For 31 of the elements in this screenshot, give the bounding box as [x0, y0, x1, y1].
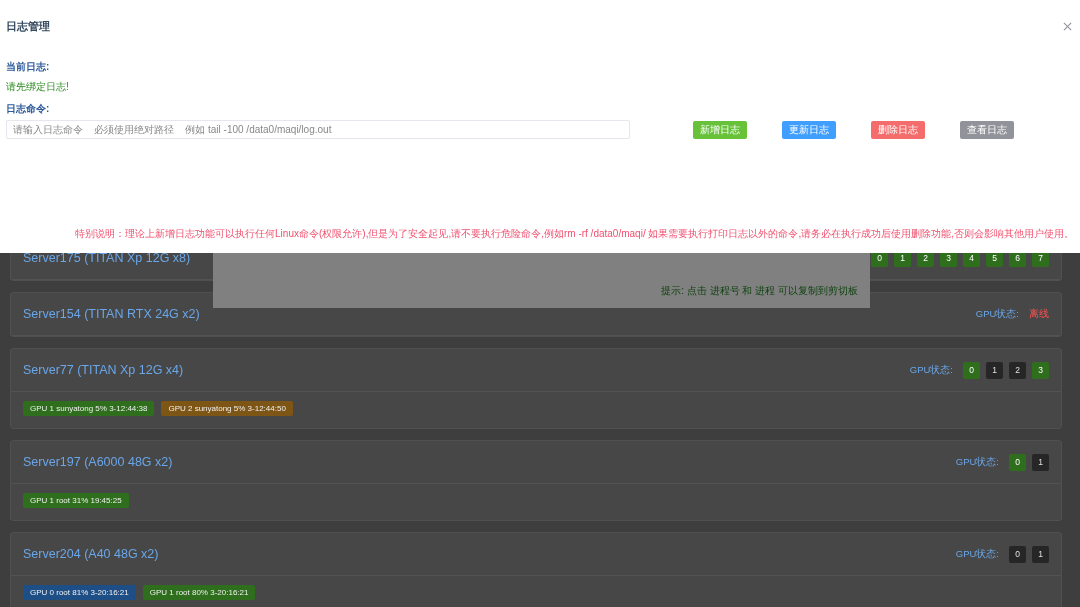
- server-name: Server175 (TITAN Xp 12G x8): [23, 251, 191, 265]
- process-tag[interactable]: GPU 1 root 80% 3-20:16:21: [142, 585, 256, 600]
- close-icon[interactable]: [1063, 21, 1072, 31]
- offline-status: 离线: [1029, 307, 1049, 321]
- gpu-indicator[interactable]: 1: [986, 361, 1003, 379]
- current-log-label: 当前日志:: [6, 60, 50, 74]
- process-tag[interactable]: GPU 1 root 31% 19:45:25: [23, 493, 129, 508]
- gpu-indicator[interactable]: 0: [1009, 545, 1026, 563]
- warning-note: 特别说明：理论上新增日志功能可以执行任何Linux命令(权限允许),但是为了安全起见,请不要执行危险命令,例如rm -rf /data0/maqi/ 如果需要执行打印日志以外的命令,请务必在执行成功后使用删除功能,否则会影响其他用户使用。: [74, 227, 1074, 241]
- dialog-title: 日志管理: [6, 18, 50, 34]
- server-name: Server154 (TITAN RTX 24G x2): [23, 307, 200, 321]
- current-log-value: 请先绑定日志!: [6, 80, 69, 94]
- gpu-status-label: GPU状态:: [955, 547, 999, 561]
- gpu-indicator[interactable]: 1: [1032, 453, 1049, 471]
- gpu-status-label: GPU状态:: [955, 455, 999, 469]
- server-name: Server77 (TITAN Xp 12G x4): [23, 363, 184, 377]
- gpu-indicator[interactable]: 3: [1032, 361, 1049, 379]
- process-tag[interactable]: GPU 1 sunyatong 5% 3-12:44:38: [23, 401, 155, 416]
- gpu-status-label: GPU状态:: [909, 363, 953, 377]
- gpu-indicator[interactable]: 0: [1009, 453, 1026, 471]
- gpu-status-label: GPU状态:: [975, 307, 1019, 321]
- command-label: 日志命令:: [6, 102, 50, 116]
- process-tag[interactable]: GPU 2 sunyatong 5% 3-12:44:50: [161, 401, 293, 416]
- server-name: Server197 (A6000 48G x2): [23, 455, 173, 469]
- hint-text: 提示: 点击 进程号 和 进程 可以复制到剪切板: [661, 284, 858, 298]
- server-name: Server204 (A40 48G x2): [23, 547, 159, 561]
- gpu-indicator[interactable]: 2: [1009, 361, 1026, 379]
- gpu-indicator[interactable]: 1: [1032, 545, 1049, 563]
- process-tag[interactable]: GPU 0 root 81% 3-20:16:21: [23, 585, 136, 600]
- command-input-field[interactable]: 请输入日志命令 必须使用绝对路径 例如 tail -100 /data0/maqi/log.out: [6, 120, 630, 139]
- gpu-indicator[interactable]: 0: [963, 361, 980, 379]
